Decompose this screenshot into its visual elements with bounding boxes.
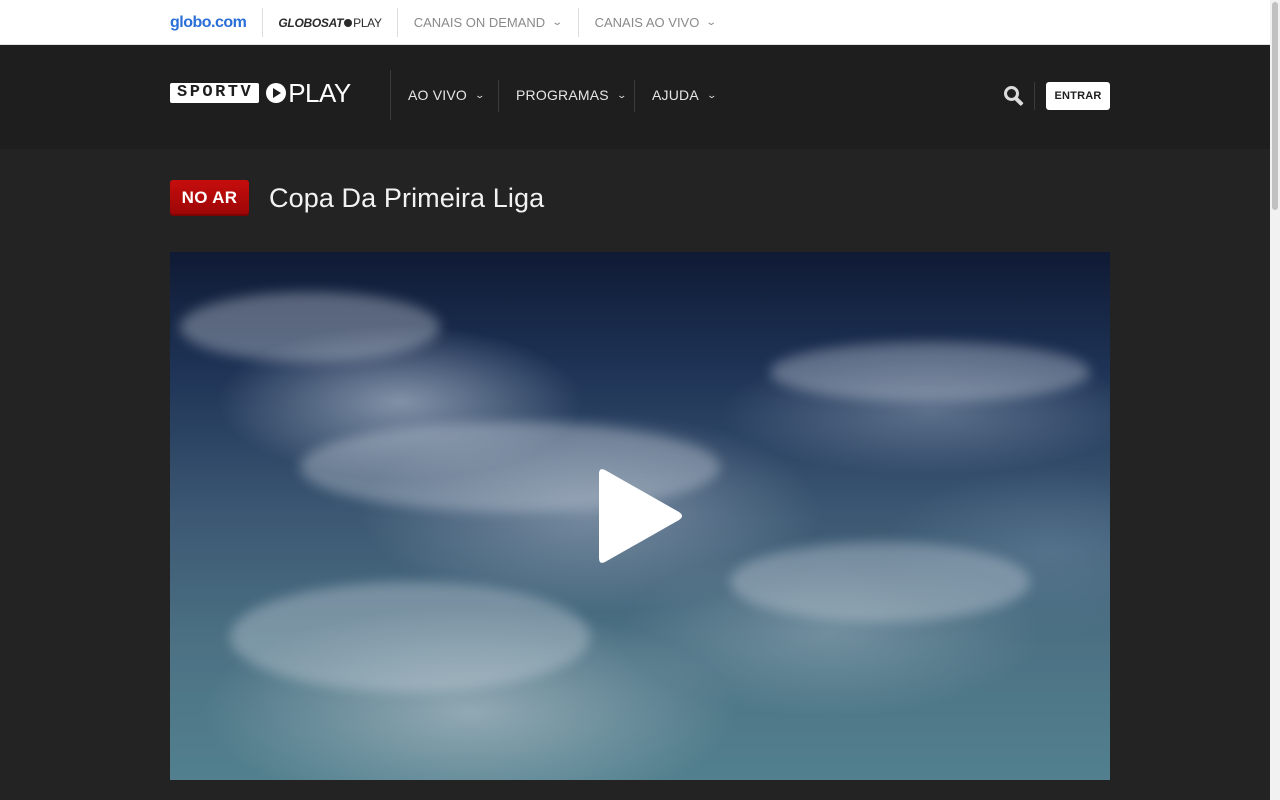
page-title: Copa Da Primeira Liga: [269, 183, 545, 213]
sportv-wordmark: SPORTV: [170, 83, 260, 103]
top-menu-canais-on-demand[interactable]: CANAIS ON DEMAND ⌄: [398, 15, 578, 30]
nav-label: AJUDA: [652, 87, 699, 103]
video-player[interactable]: [170, 252, 1110, 780]
sky-cloud: [230, 582, 590, 692]
divider: [1034, 82, 1035, 110]
globosat-play-suffix: PLAY: [353, 15, 382, 30]
chevron-down-icon: ⌄: [705, 17, 718, 28]
nav-programas[interactable]: PROGRAMAS ⌄: [516, 87, 628, 103]
live-badge: NO AR: [170, 180, 249, 216]
play-dot-icon: [344, 18, 353, 27]
play-circle-icon: [266, 83, 287, 103]
globosat-play-brand: GLOBOSAT: [278, 15, 344, 30]
main-header: SPORTV PLAY AO VIVO ⌄ PROGRAMAS ⌄ AJUDA …: [0, 45, 1270, 149]
play-triangle-icon: [599, 469, 682, 563]
divider: [498, 80, 499, 112]
page-scrollbar[interactable]: [1270, 0, 1280, 800]
globosat-play-logo[interactable]: GLOBOSAT PLAY: [263, 16, 396, 30]
globo-logo[interactable]: globo.com: [170, 14, 262, 32]
play-button-icon[interactable]: [599, 466, 683, 566]
top-menu-label: CANAIS ON DEMAND: [413, 15, 546, 30]
divider: [634, 80, 635, 112]
divider: [390, 70, 391, 120]
search-icon[interactable]: [1004, 86, 1024, 107]
sportv-play-logo[interactable]: SPORTV PLAY: [170, 78, 351, 108]
top-menu-label: CANAIS AO VIVO: [594, 15, 700, 30]
nav-ao-vivo[interactable]: AO VIVO ⌄: [408, 87, 486, 103]
sky-cloud: [770, 342, 1090, 402]
nav-label: PROGRAMAS: [516, 87, 609, 103]
search-handle: [1014, 96, 1024, 107]
scrollbar-thumb[interactable]: [1272, 2, 1278, 210]
chevron-down-icon: ⌄: [706, 89, 718, 100]
globo-top-bar-content: globo.com GLOBOSAT PLAY CANAIS ON DEMAND…: [170, 0, 732, 45]
sky-cloud: [180, 292, 440, 362]
sky-cloud: [730, 542, 1030, 622]
play-wordmark: PLAY: [288, 78, 351, 108]
globo-top-bar: globo.com GLOBOSAT PLAY CANAIS ON DEMAND…: [0, 0, 1270, 45]
login-button[interactable]: ENTRAR: [1046, 82, 1110, 110]
nav-ajuda[interactable]: AJUDA ⌄: [652, 87, 718, 103]
chevron-down-icon: ⌄: [616, 89, 628, 100]
chevron-down-icon: ⌄: [474, 89, 486, 100]
top-menu-canais-ao-vivo[interactable]: CANAIS AO VIVO ⌄: [579, 15, 732, 30]
chevron-down-icon: ⌄: [551, 17, 564, 28]
nav-label: AO VIVO: [408, 87, 467, 103]
